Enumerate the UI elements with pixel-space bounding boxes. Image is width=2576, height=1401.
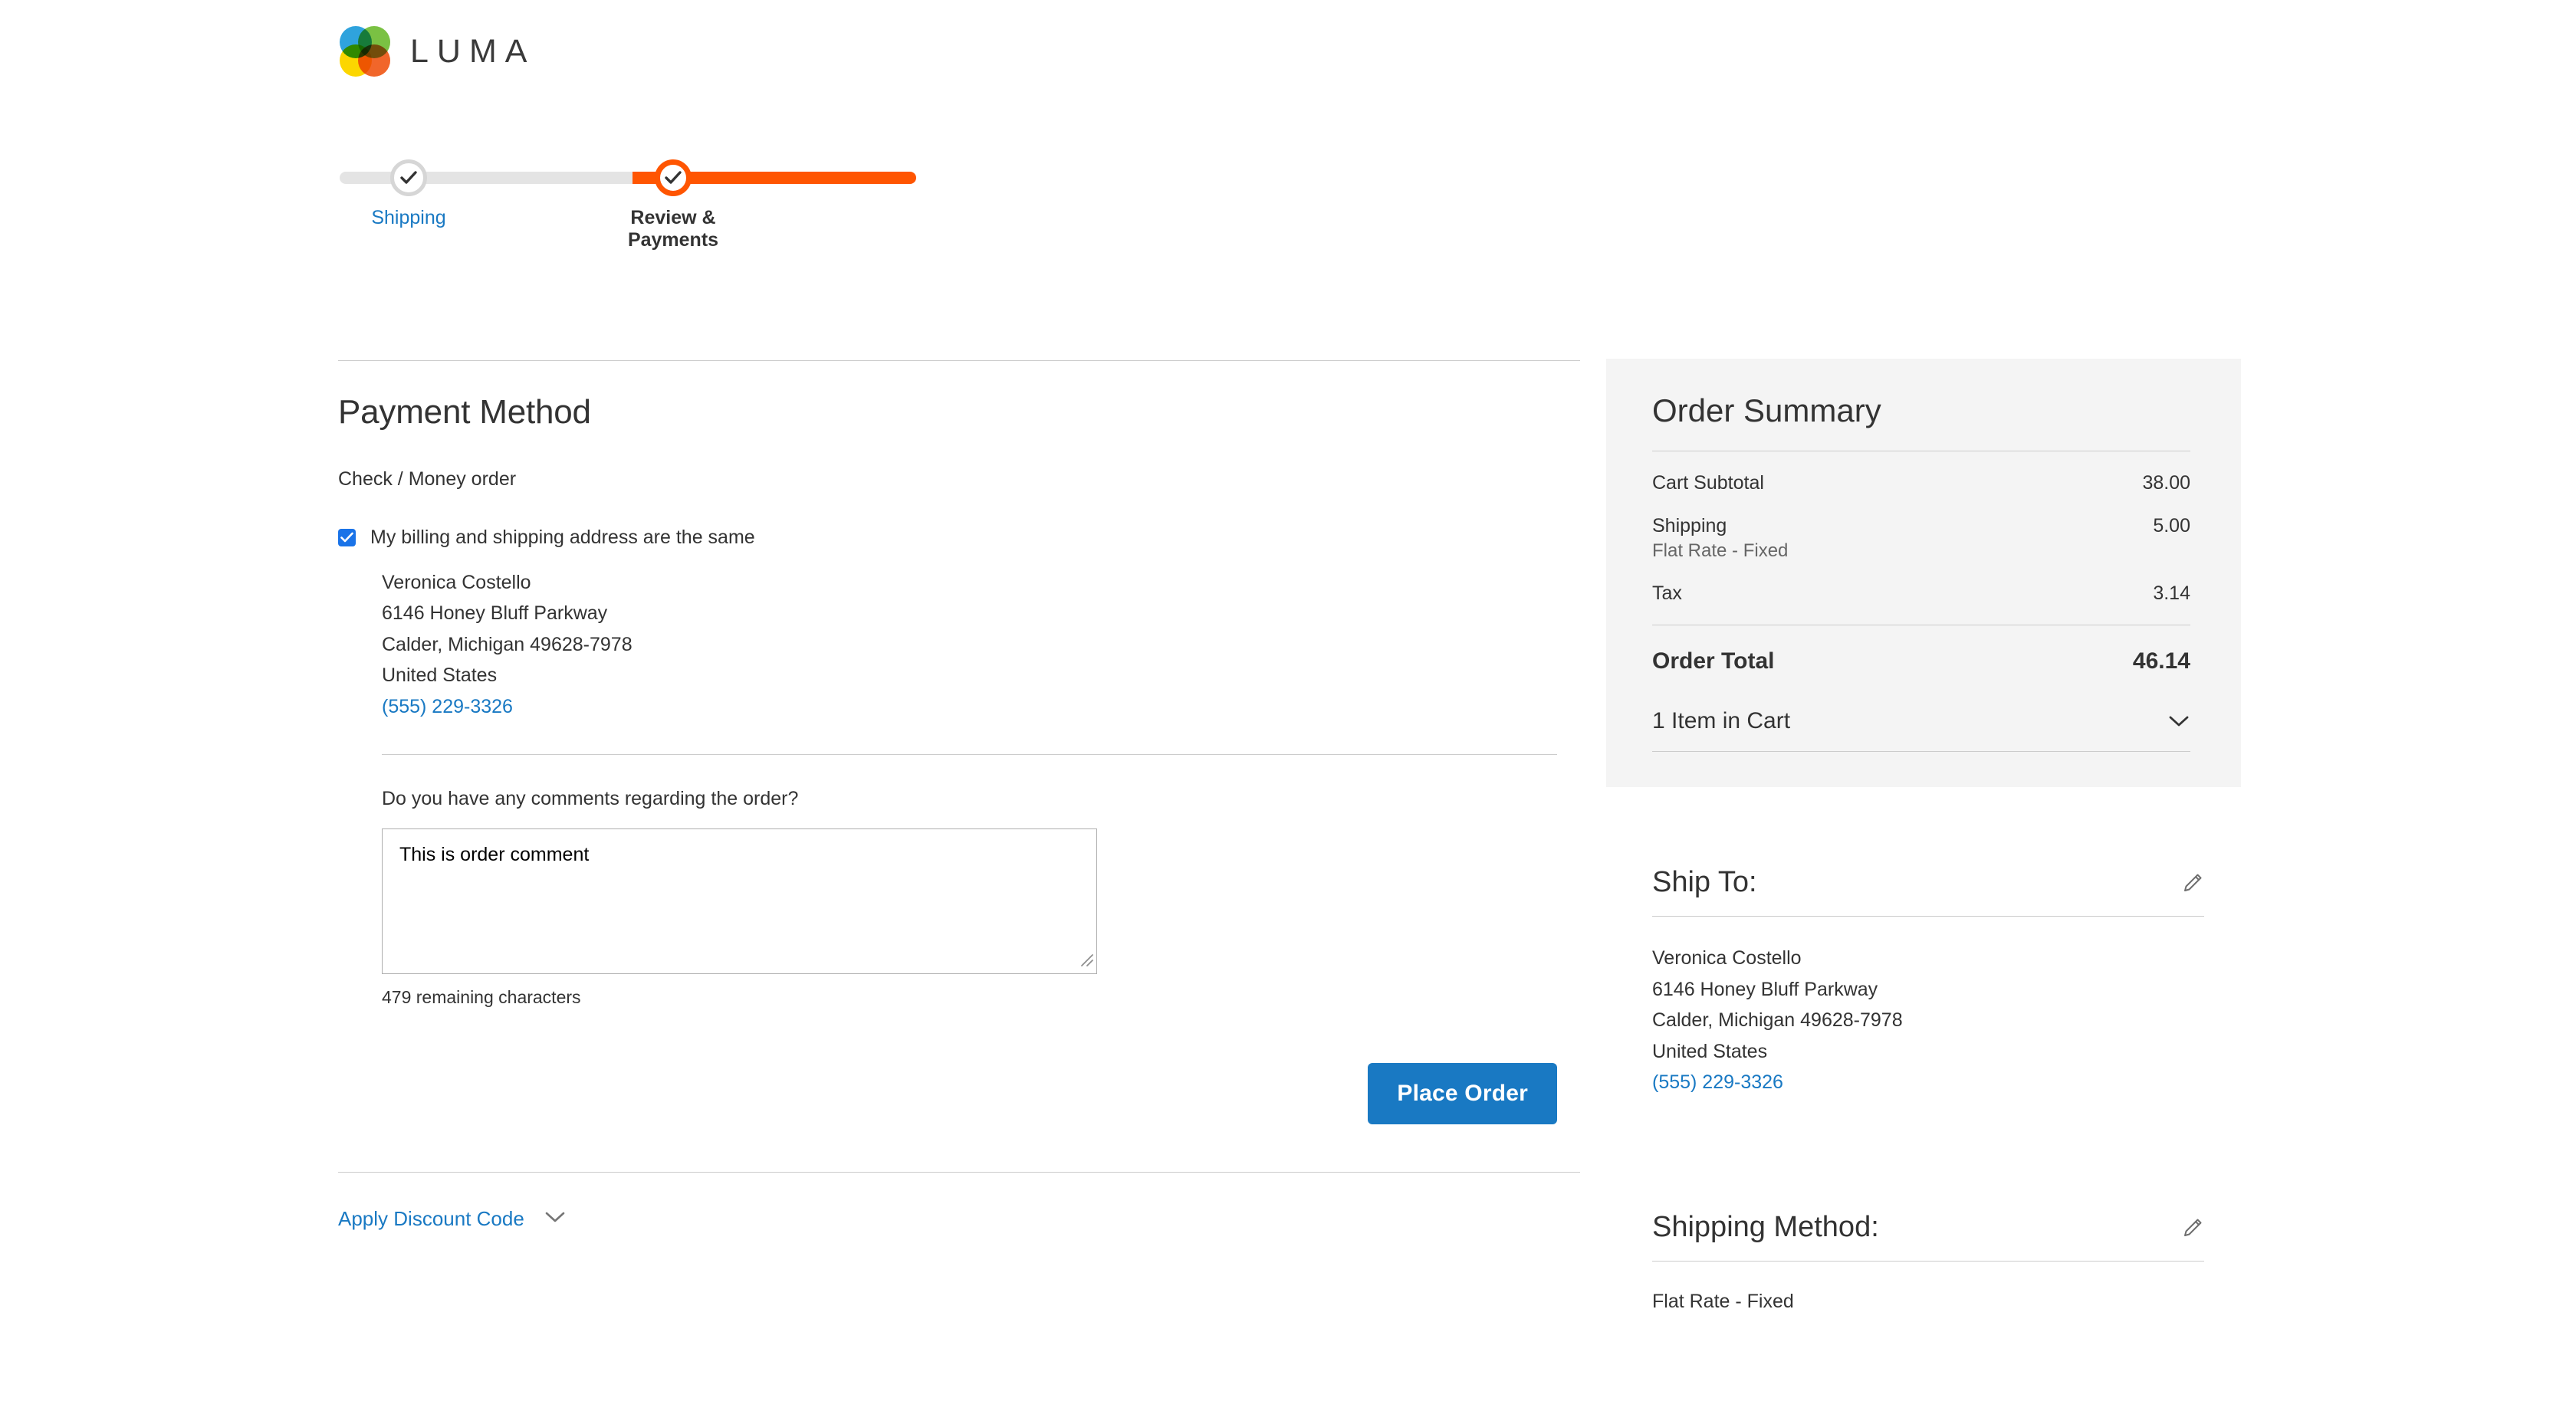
payment-method-name: Check / Money order [338, 468, 517, 490]
checkout-main-column: Payment Method Check / Money order My bi… [338, 360, 1580, 1231]
check-icon [399, 168, 419, 188]
billing-country: United States [382, 664, 498, 687]
logo-wordmark: LUMA [410, 32, 536, 70]
billing-address-block: My billing and shipping address are the … [338, 527, 1580, 1125]
summary-row-order-total: Order Total 46.14 [1652, 648, 2190, 674]
order-comment-textarea[interactable] [382, 828, 1097, 975]
order-comment-remaining-characters: 479 remaining characters [382, 987, 581, 1008]
summary-row-tax: Tax 3.14 [1652, 582, 2190, 605]
apply-discount-code-toggle[interactable]: Apply Discount Code [338, 1207, 1580, 1231]
page-title: Payment Method [338, 393, 591, 431]
billing-city-state-zip: Calder, Michigan 49628-7978 [382, 633, 632, 655]
items-in-cart-label: 1 Item in Cart [1652, 708, 1791, 733]
summary-value-order-total: 46.14 [2132, 648, 2190, 674]
site-logo[interactable]: LUMA [340, 26, 535, 77]
logo-center-hole [353, 40, 386, 72]
summary-row-shipping: Shipping 5.00 [1652, 515, 2190, 537]
pencil-icon [2181, 1219, 2204, 1242]
ship-to-city-state-zip: Calder, Michigan 49628-7978 [1652, 1009, 1903, 1031]
summary-value-cart-subtotal: 38.00 [2142, 472, 2190, 494]
pencil-icon [2181, 874, 2204, 897]
summary-label-cart-subtotal: Cart Subtotal [1652, 472, 1764, 494]
chevron-down-icon[interactable] [2167, 708, 2190, 734]
items-in-cart-toggle[interactable]: 1 Item in Cart [1652, 708, 2190, 752]
shipping-method-title: Shipping Method: [1652, 1211, 1879, 1243]
shipping-method-value: Flat Rate - Fixed [1652, 1291, 1794, 1312]
summary-label-shipping: Shipping [1652, 515, 1727, 536]
section-divider-top [338, 360, 1580, 361]
summary-label-tax: Tax [1652, 582, 1682, 604]
shipping-method-header: Shipping Method: [1652, 1211, 2204, 1262]
summary-shipping-method-note: Flat Rate - Fixed [1652, 540, 1789, 561]
billing-same-as-shipping-row[interactable]: My billing and shipping address are the … [338, 527, 1580, 549]
order-summary-panel: Order Summary Cart Subtotal 38.00 Shippi… [1606, 359, 2241, 787]
order-summary-title: Order Summary [1652, 392, 1881, 428]
luma-logo-mark [340, 26, 390, 77]
progress-step-review-payments[interactable]: Review & Payments [604, 152, 742, 251]
ship-to-phone-link[interactable]: (555) 229-3326 [1652, 1067, 1783, 1098]
summary-row-cart-subtotal: Cart Subtotal 38.00 [1652, 472, 2190, 494]
edit-shipping-method-button[interactable] [2181, 1216, 2204, 1239]
order-comment-label: Do you have any comments regarding the o… [382, 788, 799, 810]
order-comment-wrapper [382, 828, 1097, 975]
place-order-row: Place Order [382, 1063, 1557, 1125]
summary-value-shipping: 5.00 [2153, 515, 2190, 536]
ship-to-header: Ship To: [1652, 866, 2204, 917]
billing-same-checkbox[interactable] [338, 529, 356, 546]
shipping-method-block: Shipping Method: Flat Rate - Fixed [1652, 1211, 2204, 1313]
section-divider-bottom [338, 1172, 1580, 1173]
checkout-page: LUMA Shipping Review & Payments Payment [0, 0, 2576, 1401]
ship-to-title: Ship To: [1652, 866, 1757, 898]
checkout-progress-bar: Shipping Review & Payments [340, 152, 922, 251]
summary-value-tax: 3.14 [2153, 582, 2190, 604]
billing-name: Veronica Costello [382, 571, 531, 593]
billing-comments-divider [382, 754, 1557, 756]
ship-to-address: Veronica Costello 6146 Honey Bluff Parkw… [1652, 943, 2204, 1098]
place-order-button[interactable]: Place Order [1368, 1063, 1557, 1125]
chevron-down-icon[interactable] [544, 1210, 566, 1228]
ship-to-block: Ship To: Veronica Costello 6146 Honey Bl… [1652, 866, 2204, 1098]
step-review-bubble [655, 159, 692, 196]
ship-to-country: United States [1652, 1040, 1768, 1062]
edit-ship-to-button[interactable] [2181, 871, 2204, 894]
step-review-label: Review & Payments [627, 207, 719, 251]
billing-same-checkbox-label: My billing and shipping address are the … [370, 527, 755, 548]
apply-discount-code-link[interactable]: Apply Discount Code [338, 1207, 524, 1231]
progress-step-shipping[interactable]: Shipping [340, 152, 478, 229]
check-icon [663, 168, 683, 188]
step-shipping-label: Shipping [371, 207, 446, 228]
ship-to-name: Veronica Costello [1652, 947, 1802, 969]
step-shipping-bubble [390, 159, 427, 196]
billing-phone-link[interactable]: (555) 229-3326 [382, 691, 513, 723]
ship-to-street: 6146 Honey Bluff Parkway [1652, 978, 1878, 1000]
check-icon [340, 532, 353, 543]
summary-label-order-total: Order Total [1652, 648, 1775, 674]
billing-street: 6146 Honey Bluff Parkway [382, 602, 608, 625]
